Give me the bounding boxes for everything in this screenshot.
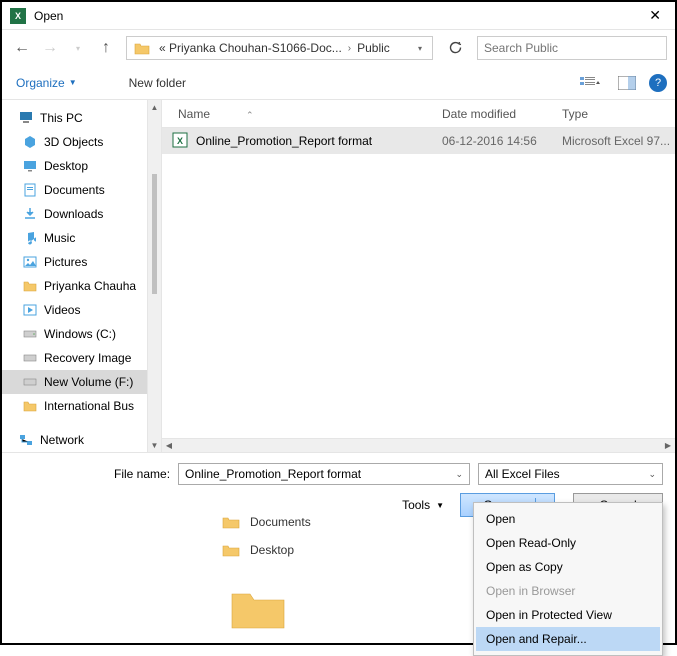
column-headers[interactable]: Name⌃ Date modified Type [162, 100, 675, 128]
scroll-down-icon: ▼ [148, 438, 161, 452]
crumb-segment[interactable]: Public [355, 41, 392, 55]
excel-icon [10, 8, 26, 24]
chevron-right-icon[interactable]: › [344, 43, 355, 54]
open-dropdown-menu: Open Open Read-Only Open as Copy Open in… [473, 502, 663, 656]
forward-button: → [38, 36, 62, 60]
navigation-tree: This PC 3D Objects Desktop Documents Dow… [2, 100, 162, 452]
pc-icon [18, 110, 34, 126]
tree-item[interactable]: Desktop [2, 154, 161, 178]
organize-button[interactable]: Organize▼ [10, 72, 83, 94]
svg-text:X: X [177, 136, 183, 146]
preview-pane-icon[interactable] [613, 72, 641, 94]
scroll-right-icon: ▶ [661, 439, 675, 452]
chevron-down-icon: ⌄ [455, 469, 463, 480]
close-icon[interactable]: ✕ [643, 7, 667, 24]
window-title: Open [34, 9, 643, 23]
menu-open-readonly[interactable]: Open Read-Only [476, 531, 660, 555]
toolbar: Organize▼ New folder ? [2, 66, 675, 100]
tree-item[interactable]: Videos [2, 298, 161, 322]
tree-item[interactable]: Windows (C:) [2, 322, 161, 346]
folder-icon [131, 37, 153, 59]
menu-open-repair[interactable]: Open and Repair... [476, 627, 660, 651]
documents-icon [22, 182, 38, 198]
refresh-button[interactable] [441, 36, 469, 60]
scroll-left-icon: ◀ [162, 439, 176, 452]
tree-item[interactable]: New Volume (F:) [2, 370, 161, 394]
tree-item[interactable]: 3D Objects [2, 130, 161, 154]
history-dropdown[interactable]: ▾ [408, 44, 432, 53]
menu-open-protected[interactable]: Open in Protected View [476, 603, 660, 627]
main-area: This PC 3D Objects Desktop Documents Dow… [2, 100, 675, 452]
view-details-icon[interactable] [577, 72, 605, 94]
file-type: Microsoft Excel 97... [562, 134, 675, 148]
nav-row: ← → ▾ ↑ « Priyanka Chouhan-S1066-Doc... … [2, 30, 675, 66]
back-button[interactable]: ← [10, 36, 34, 60]
title-bar: Open ✕ [2, 2, 675, 30]
chevron-down-icon: ▼ [69, 78, 77, 87]
excel-file-icon: X [172, 132, 190, 150]
up-button[interactable]: ↑ [94, 36, 118, 60]
menu-open-as-copy[interactable]: Open as Copy [476, 555, 660, 579]
search-input[interactable] [477, 36, 667, 60]
scroll-up-icon: ▲ [148, 100, 161, 114]
file-name: Online_Promotion_Report format [196, 134, 442, 148]
tree-item[interactable]: Documents [2, 178, 161, 202]
filetype-select[interactable]: All Excel Files⌄ [478, 463, 663, 485]
pictures-icon [22, 254, 38, 270]
file-date: 06-12-2016 14:56 [442, 134, 562, 148]
background-window: Documents Desktop [222, 508, 311, 632]
new-folder-button[interactable]: New folder [123, 72, 192, 94]
music-icon [22, 230, 38, 246]
folder-icon [222, 515, 240, 529]
filename-label: File name: [114, 467, 170, 481]
chevron-down-icon: ⌄ [648, 469, 656, 480]
help-icon[interactable]: ? [649, 74, 667, 92]
crumb-segment[interactable]: « Priyanka Chouhan-S1066-Doc... [157, 41, 344, 55]
tree-item[interactable]: Downloads [2, 202, 161, 226]
horizontal-scrollbar[interactable]: ◀ ▶ [162, 438, 675, 452]
tree-item[interactable]: International Bus [2, 394, 161, 418]
file-list: Name⌃ Date modified Type X Online_Promot… [162, 100, 675, 452]
drive-icon [22, 350, 38, 366]
network-icon [18, 432, 34, 448]
menu-open-browser: Open in Browser [476, 579, 660, 603]
tree-item[interactable]: Priyanka Chauha [2, 274, 161, 298]
desktop-icon [22, 158, 38, 174]
folder-icon [22, 278, 38, 294]
drive-icon [22, 374, 38, 390]
object-icon [22, 134, 38, 150]
tools-dropdown[interactable]: Tools▼ [402, 498, 444, 512]
sort-ascending-icon: ⌃ [246, 110, 254, 120]
file-row[interactable]: X Online_Promotion_Report format 06-12-2… [162, 128, 675, 154]
filename-input[interactable]: Online_Promotion_Report format⌄ [178, 463, 470, 485]
sidebar-scrollbar[interactable]: ▲ ▼ [147, 100, 161, 452]
folder-icon [222, 543, 240, 557]
videos-icon [22, 302, 38, 318]
drive-icon [22, 326, 38, 342]
folder-icon [22, 398, 38, 414]
tree-item[interactable]: Recovery Image [2, 346, 161, 370]
recent-dropdown[interactable]: ▾ [66, 36, 90, 60]
tree-item[interactable]: Music [2, 226, 161, 250]
folder-large-icon [228, 584, 288, 632]
downloads-icon [22, 206, 38, 222]
tree-item[interactable]: Pictures [2, 250, 161, 274]
breadcrumb[interactable]: « Priyanka Chouhan-S1066-Doc... › Public… [126, 36, 433, 60]
tree-this-pc[interactable]: This PC [2, 106, 161, 130]
menu-open[interactable]: Open [476, 507, 660, 531]
tree-network[interactable]: Network [2, 428, 161, 452]
